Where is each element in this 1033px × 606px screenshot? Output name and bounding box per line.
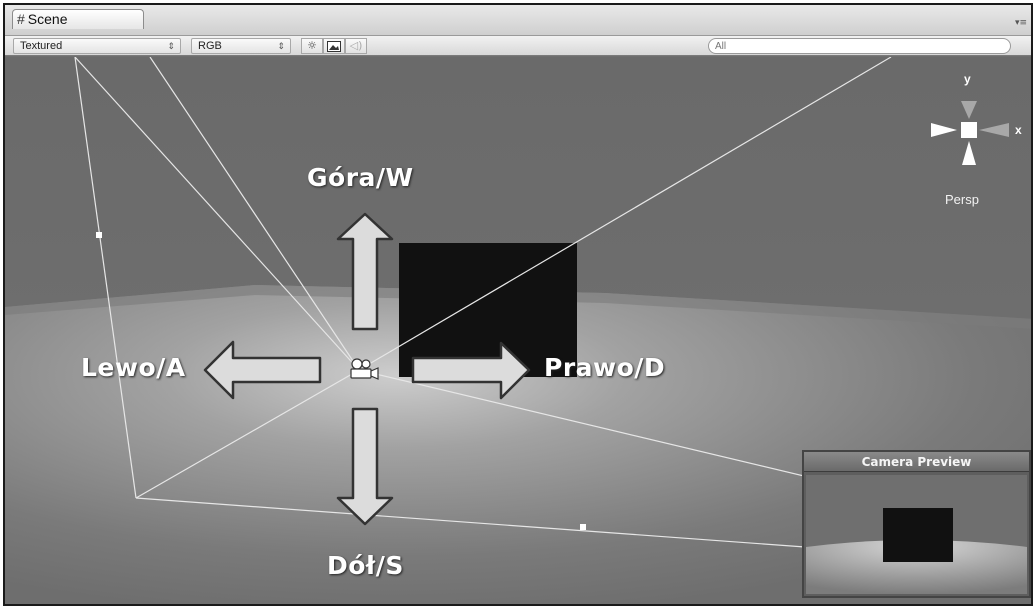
camera-preview-render (806, 475, 1027, 594)
tab-menu-icon[interactable]: ▾≡ (1015, 18, 1027, 28)
camera-preview-panel: Camera Preview (802, 450, 1031, 598)
sun-icon: ☼ (307, 39, 317, 52)
scene-grid-icon: # (17, 11, 25, 27)
scene-overlay-button[interactable] (323, 38, 345, 54)
projection-label[interactable]: Persp (945, 192, 979, 207)
search-input[interactable] (708, 38, 1011, 54)
scene-audio-button[interactable]: ◁) (345, 38, 367, 54)
scene-viewport[interactable]: Góra/W Lewo/A Prawo/D Dół/S y x Persp Ca… (5, 57, 1031, 604)
scene-window: # Scene ▾≡ Textured ⇕ RGB ⇕ ☼ ◁) All Gór… (3, 3, 1033, 606)
frustum-handle[interactable] (580, 524, 586, 530)
scene-toolbar: Textured ⇕ RGB ⇕ ☼ ◁) (5, 36, 1031, 56)
gizmo-y-label: y (964, 72, 971, 86)
dropdown-arrows-icon: ⇕ (277, 41, 285, 51)
label-down: Dół/S (327, 551, 404, 580)
preview-cube (883, 508, 953, 562)
tab-scene-label: Scene (27, 11, 68, 27)
gizmo-center-cube[interactable] (961, 122, 977, 138)
tab-scene[interactable]: # Scene (12, 9, 144, 29)
dropdown-arrows-icon: ⇕ (167, 41, 175, 51)
render-mode-dropdown[interactable]: Textured ⇕ (13, 38, 181, 54)
label-left: Lewo/A (81, 353, 186, 382)
color-mode-label: RGB (198, 40, 222, 52)
label-up: Góra/W (307, 163, 414, 192)
scene-lighting-button[interactable]: ☼ (301, 38, 323, 54)
frustum-handle[interactable] (96, 232, 102, 238)
image-icon (327, 41, 341, 52)
color-mode-dropdown[interactable]: RGB ⇕ (191, 38, 291, 54)
label-right: Prawo/D (544, 353, 666, 382)
speaker-icon: ◁) (349, 39, 363, 52)
gizmo-x-label: x (1015, 123, 1022, 137)
render-mode-label: Textured (20, 40, 63, 52)
camera-preview-title: Camera Preview (804, 452, 1029, 472)
tab-bar: # Scene ▾≡ (5, 5, 1031, 36)
camera-preview-view (806, 475, 1027, 594)
